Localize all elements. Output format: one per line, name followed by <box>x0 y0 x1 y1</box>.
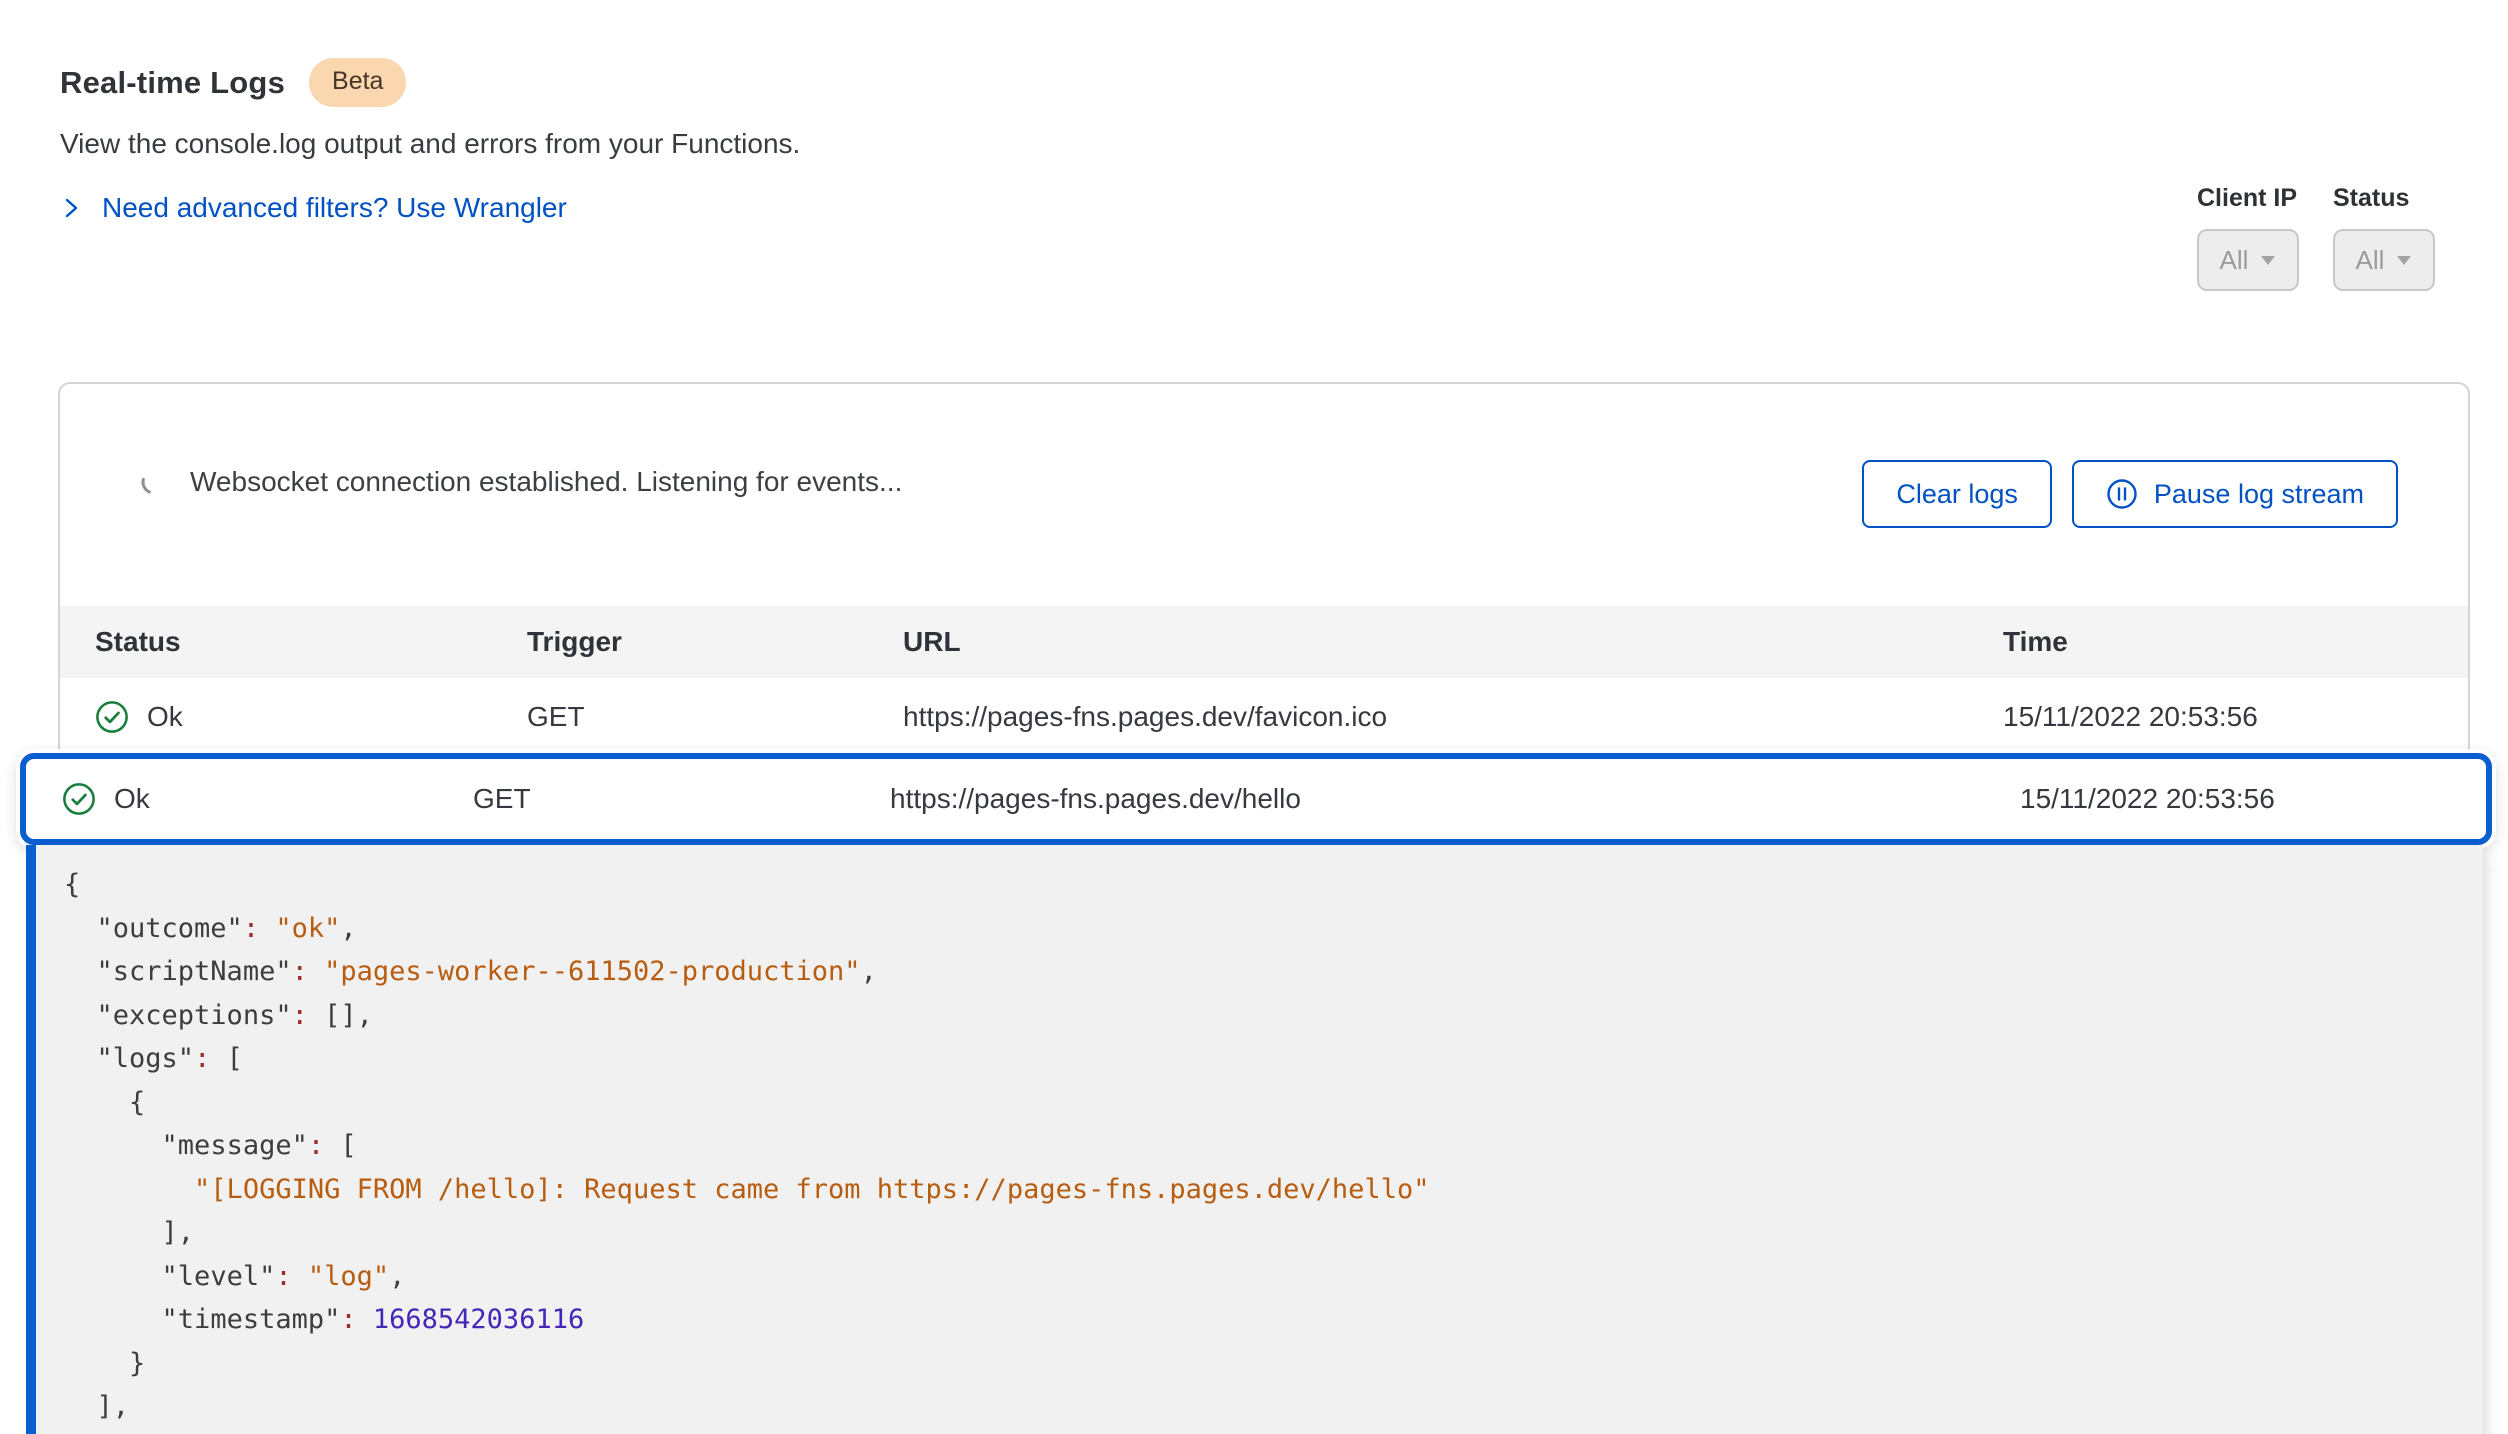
page-title: Real-time Logs <box>60 65 285 101</box>
caret-down-icon <box>2396 255 2412 266</box>
header-status: Status <box>95 626 181 658</box>
row-status-cell: Ok <box>95 700 183 734</box>
row-status-text: Ok <box>147 701 183 733</box>
chevron-right-icon <box>58 195 84 221</box>
pause-log-stream-button[interactable]: Pause log stream <box>2072 460 2398 528</box>
selected-log-row[interactable]: Ok GET https://pages-fns.pages.dev/hello… <box>20 753 2492 845</box>
status-filter: Status All <box>2333 184 2435 291</box>
status-dropdown[interactable]: All <box>2333 229 2435 291</box>
spinner-icon <box>140 468 168 496</box>
expanded-log-entry: Ok GET https://pages-fns.pages.dev/hello… <box>20 753 2492 1434</box>
pause-log-stream-label: Pause log stream <box>2154 479 2364 510</box>
log-panel-toolbar: Websocket connection established. Listen… <box>60 384 2468 606</box>
client-ip-filter: Client IP All <box>2197 184 2299 291</box>
pause-icon <box>2106 478 2138 510</box>
row-url: https://pages-fns.pages.dev/favicon.ico <box>903 701 1387 733</box>
selected-status-text: Ok <box>114 783 150 815</box>
clear-logs-label: Clear logs <box>1896 479 2018 510</box>
client-ip-dropdown[interactable]: All <box>2197 229 2299 291</box>
status-filter-label: Status <box>2333 184 2435 213</box>
realtime-logs-page: Real-time Logs Beta View the console.log… <box>0 0 2508 1434</box>
check-circle-icon <box>62 782 96 816</box>
page-header: Real-time Logs Beta <box>60 58 406 107</box>
clear-logs-button[interactable]: Clear logs <box>1862 460 2052 528</box>
table-row[interactable]: Ok GET https://pages-fns.pages.dev/favic… <box>60 678 2468 756</box>
client-ip-label: Client IP <box>2197 184 2299 213</box>
selected-url: https://pages-fns.pages.dev/hello <box>890 783 1301 815</box>
log-details-code: { "outcome": "ok", "scriptName": "pages-… <box>26 845 2483 1434</box>
beta-badge: Beta <box>309 58 406 107</box>
wrangler-link-row[interactable]: Need advanced filters? Use Wrangler <box>58 192 567 224</box>
caret-down-icon <box>2260 255 2276 266</box>
selected-time: 15/11/2022 20:53:56 <box>2020 783 2275 815</box>
row-trigger: GET <box>527 701 585 733</box>
status-filter-value: All <box>2356 245 2385 276</box>
selected-status-cell: Ok <box>62 782 150 816</box>
check-circle-icon <box>95 700 129 734</box>
websocket-status: Websocket connection established. Listen… <box>140 466 902 498</box>
filters: Client IP All Status All <box>2197 184 2435 291</box>
toolbar-buttons: Clear logs Pause log stream <box>1862 460 2398 528</box>
page-subtitle: View the console.log output and errors f… <box>60 128 800 160</box>
log-table-header: Status Trigger URL Time <box>60 606 2468 678</box>
websocket-status-text: Websocket connection established. Listen… <box>190 466 902 498</box>
row-time: 15/11/2022 20:53:56 <box>2003 701 2258 733</box>
header-trigger: Trigger <box>527 626 622 658</box>
client-ip-value: All <box>2220 245 2249 276</box>
header-time: Time <box>2003 626 2068 658</box>
header-url: URL <box>903 626 961 658</box>
wrangler-link[interactable]: Need advanced filters? Use Wrangler <box>102 192 567 224</box>
selected-trigger: GET <box>473 783 531 815</box>
